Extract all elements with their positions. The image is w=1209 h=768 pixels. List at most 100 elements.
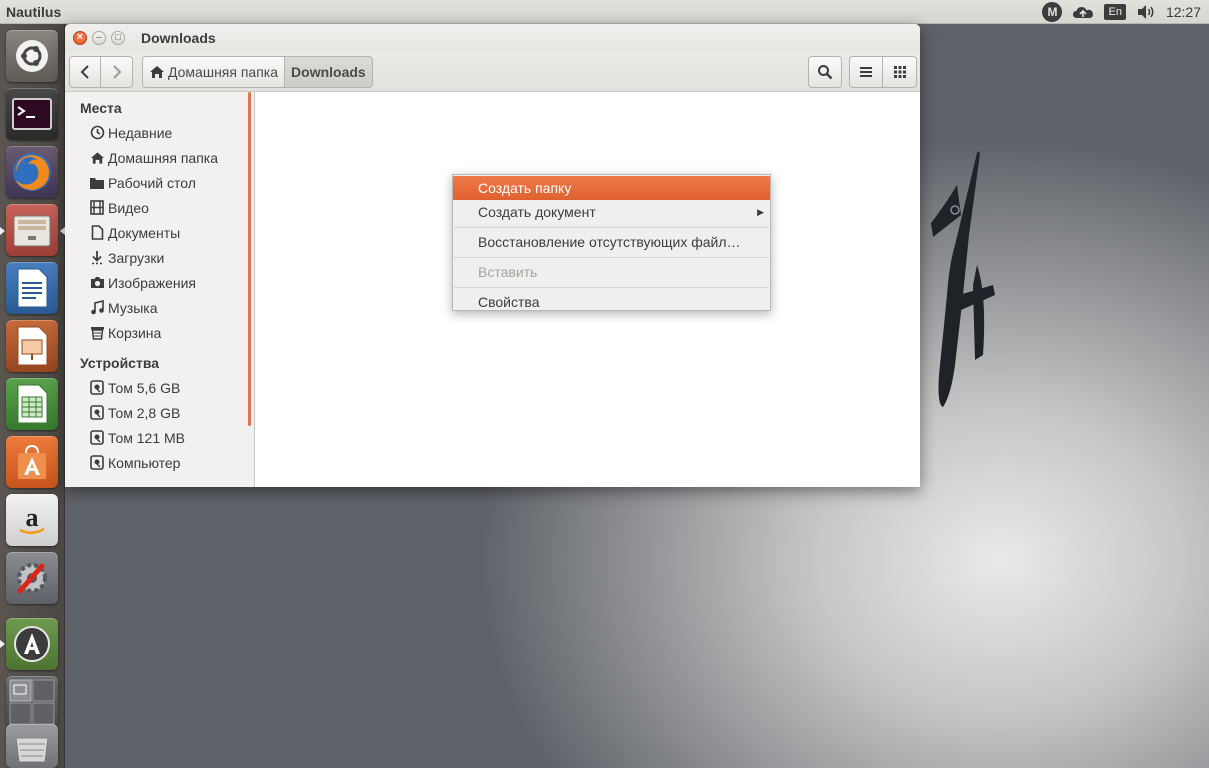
nav-buttons [69,55,133,88]
forward-button[interactable] [101,55,133,88]
sidebar-item-volume-5-6gb[interactable]: Том 5,6 GB [65,375,254,400]
minimize-button[interactable]: – [92,31,106,45]
breadcrumb-home[interactable]: Домашняя папка [142,55,286,88]
sidebar-item-label: Том 5,6 GB [108,379,181,396]
sidebar-item-downloads[interactable]: Загрузки [65,245,254,270]
sidebar-item-label: Домашняя папка [108,149,219,166]
music-icon [89,300,105,316]
minimize-icon: – [96,32,102,43]
toolbar-right [808,55,917,88]
launcher-trash[interactable] [6,724,58,768]
sidebar-item-volume-121mb[interactable]: Том 121 MB [65,425,254,450]
files-icon [13,215,51,247]
film-icon [89,200,105,216]
top-panel: Nautilus M En 12:27 [0,0,1209,24]
launcher-firefox[interactable] [6,146,58,198]
menu-item-properties[interactable]: Свойства [453,290,770,314]
sidebar-item-label: Рабочий стол [108,174,196,191]
svg-text:a: a [26,503,39,532]
updater-running-indicator [0,640,5,648]
back-button[interactable] [69,55,101,88]
files-running-indicator [0,227,5,235]
keyboard-layout-indicator[interactable]: En [1104,0,1126,24]
terminal-icon [12,98,52,130]
menu-separator [454,257,769,258]
list-view-button[interactable] [849,55,883,88]
grid-view-button[interactable] [883,55,917,88]
launcher-writer[interactable] [6,262,58,314]
drive-icon [89,405,105,421]
window-title: Downloads [141,30,216,46]
sidebar-item-computer[interactable]: Компьютер [65,450,254,475]
sidebar-item-music[interactable]: Музыка [65,295,254,320]
titlebar[interactable]: ✕ – □ Downloads [65,24,920,52]
cloud-icon [1073,6,1094,18]
folder-icon [89,175,105,191]
calc-icon [17,384,48,424]
maximize-button[interactable]: □ [111,31,125,45]
breadcrumb-current[interactable]: Downloads [285,55,373,88]
breadcrumb-home-label: Домашняя папка [168,63,279,80]
launcher-calc[interactable] [6,378,58,430]
launcher-software-center[interactable] [6,436,58,488]
sidebar-item-recent[interactable]: Недавние [65,120,254,145]
search-button[interactable] [808,55,842,88]
menu-separator [454,227,769,228]
sound-indicator[interactable] [1136,0,1156,24]
drive-icon [89,455,105,471]
menu-item-new-document-label: Создать документ [478,204,596,220]
breadcrumb-current-label: Downloads [291,63,366,80]
launcher-terminal[interactable] [6,88,58,140]
camera-icon [89,275,105,291]
settings-icon [17,563,47,594]
launcher-software-updater[interactable] [6,618,58,670]
sidebar-item-label: Компьютер [108,454,181,471]
drive-icon [89,430,105,446]
menu-item-restore-missing-files[interactable]: Восстановление отсутствующих файл… [453,230,770,254]
sidebar-item-label: Документы [108,224,181,241]
home-icon [150,65,164,78]
sidebar-item-label: Том 121 MB [108,429,186,446]
maximize-icon: □ [114,32,122,43]
clock[interactable]: 12:27 [1166,4,1201,20]
close-button[interactable]: ✕ [73,31,87,45]
sidebar-item-desktop[interactable]: Рабочий стол [65,170,254,195]
wallpaper-plane-icon [931,151,995,407]
list-icon [860,66,872,77]
launcher-amazon[interactable]: a [6,494,58,546]
launcher-dash-home[interactable] [6,30,58,82]
sidebar-item-label: Музыка [108,299,158,316]
sidebar-item-trash[interactable]: Корзина [65,320,254,345]
menu-item-new-document[interactable]: Создать документ ▶ [453,200,770,224]
software-center-icon [18,444,46,479]
sidebar-item-label: Корзина [108,324,162,341]
launcher-system-settings[interactable] [6,552,58,604]
sidebar-item-volume-2-8gb[interactable]: Том 2,8 GB [65,400,254,425]
sidebar-item-home[interactable]: Домашняя папка [65,145,254,170]
amazon-icon: a [19,503,45,534]
menu-item-new-folder[interactable]: Создать папку [453,176,770,200]
sidebar-item-label: Том 2,8 GB [108,404,181,421]
sidebar-heading-devices: Устройства [80,355,160,371]
menu-item-paste: Вставить [478,264,538,280]
launcher-impress[interactable] [6,320,58,372]
writer-icon [17,268,48,308]
launcher-workspaces[interactable] [6,676,58,728]
cloud-sync-indicator[interactable] [1072,0,1094,24]
launcher-files[interactable] [6,204,58,256]
context-menu: Создать папку Создать документ ▶ Восстан… [452,174,771,311]
mail-indicator[interactable]: M [1042,0,1063,24]
sidebar-item-documents[interactable]: Документы [65,220,254,245]
breadcrumb: Домашняя папка Downloads [142,55,373,88]
clock-icon [89,125,105,141]
sidebar-item-videos[interactable]: Видео [65,195,254,220]
home-icon [89,150,105,166]
document-icon [89,225,105,241]
updater-icon [14,626,50,662]
sidebar-item-label: Недавние [108,124,173,141]
keyboard-layout-label: En [1104,3,1126,20]
close-icon: ✕ [75,32,85,43]
sidebar-scrollbar[interactable] [248,92,251,426]
sidebar-item-label: Видео [108,199,149,216]
sidebar-item-pictures[interactable]: Изображения [65,270,254,295]
